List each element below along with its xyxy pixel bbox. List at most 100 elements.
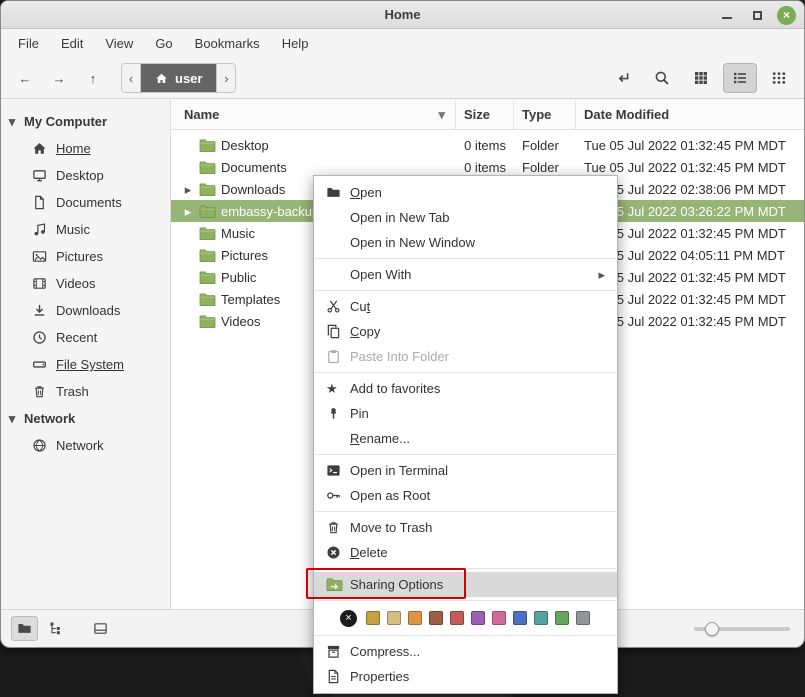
- sidebar-item-downloads[interactable]: Downloads: [1, 297, 170, 324]
- file-name: Pictures: [221, 248, 268, 263]
- column-header-type[interactable]: Type: [514, 100, 576, 129]
- menu-icon-placeholder: [326, 267, 350, 283]
- breadcrumb-current-folder[interactable]: user: [141, 64, 216, 92]
- show-places-toggle[interactable]: [11, 616, 38, 641]
- menubar-item-edit[interactable]: Edit: [50, 32, 94, 55]
- breadcrumb-label: user: [175, 71, 202, 86]
- pictures-icon: [31, 249, 47, 265]
- up-button[interactable]: ↑: [77, 63, 109, 93]
- menu-icon-placeholder: [326, 235, 350, 251]
- folder-color-gold[interactable]: [366, 611, 380, 625]
- toolbar: ←→ ↑ ‹ user ›: [1, 58, 804, 99]
- sidebar-item-trash[interactable]: Trash: [1, 378, 170, 405]
- expander-icon[interactable]: ▸: [181, 183, 195, 196]
- column-header-name[interactable]: Name▾: [171, 100, 456, 129]
- column-header-date-modified[interactable]: Date Modified: [576, 100, 804, 129]
- show-treeview-toggle[interactable]: [42, 616, 69, 641]
- menu-item-pin[interactable]: Pin: [314, 401, 617, 426]
- zoom-slider[interactable]: [694, 619, 790, 639]
- sidebar-item-recent[interactable]: Recent: [1, 324, 170, 351]
- menu-item-open-with[interactable]: Open With▸: [314, 262, 617, 287]
- list-view-button[interactable]: [723, 63, 757, 93]
- folder-color-pink[interactable]: [492, 611, 506, 625]
- sidebar-item-pictures[interactable]: Pictures: [1, 243, 170, 270]
- menu-item-compress[interactable]: Compress...: [314, 639, 617, 664]
- menu-item-label: Copy: [350, 324, 607, 339]
- menubar-item-bookmarks[interactable]: Bookmarks: [184, 32, 271, 55]
- music-icon: [31, 222, 47, 238]
- icon-view-icon: [693, 70, 709, 86]
- desktop-background: Home × FileEditViewGoBookmarksHelp ←→ ↑ ‹…: [0, 0, 805, 697]
- sidebar-item-music[interactable]: Music: [1, 216, 170, 243]
- minimize-button[interactable]: [717, 5, 737, 25]
- menu-item-move-to-trash[interactable]: Move to Trash: [314, 515, 617, 540]
- maximize-button[interactable]: [747, 5, 767, 25]
- menubar-item-help[interactable]: Help: [271, 32, 320, 55]
- menubar-item-go[interactable]: Go: [144, 32, 183, 55]
- sidebar-item-videos[interactable]: Videos: [1, 270, 170, 297]
- menu-item-paste-into-folder[interactable]: Paste Into Folder: [314, 344, 617, 369]
- menu-item-open-as-root[interactable]: Open as Root: [314, 483, 617, 508]
- folder-color-orange[interactable]: [408, 611, 422, 625]
- icon-view-button[interactable]: [684, 63, 718, 93]
- column-label: Size: [464, 107, 490, 122]
- breadcrumb-next-button[interactable]: ›: [216, 64, 235, 92]
- recent-icon: [31, 330, 47, 346]
- clear-folder-color-button[interactable]: ×: [340, 610, 357, 627]
- menu-item-delete[interactable]: Delete: [314, 540, 617, 565]
- compact-view-button[interactable]: [762, 63, 796, 93]
- sidebar-item-file-system[interactable]: File System: [1, 351, 170, 378]
- sidebar-item-home[interactable]: Home: [1, 135, 170, 162]
- menu-item-properties[interactable]: Properties: [314, 664, 617, 689]
- menu-separator: [315, 258, 616, 259]
- expander-icon[interactable]: ▸: [181, 205, 195, 218]
- menubar-item-file[interactable]: File: [7, 32, 50, 55]
- menu-item-open-in-new-window[interactable]: Open in New Window: [314, 230, 617, 255]
- clipboard-icon: [326, 349, 350, 365]
- window-title: Home: [384, 7, 420, 22]
- zoom-slider-handle[interactable]: [705, 622, 719, 636]
- up-icon: ↑: [90, 68, 97, 88]
- folder-color-brown[interactable]: [429, 611, 443, 625]
- folder-color-teal[interactable]: [534, 611, 548, 625]
- sidebar-item-documents[interactable]: Documents: [1, 189, 170, 216]
- menu-item-cut[interactable]: Cut: [314, 294, 617, 319]
- sidebar-item-label: File System: [56, 357, 124, 372]
- folder-color-purple[interactable]: [471, 611, 485, 625]
- column-header-size[interactable]: Size: [456, 100, 514, 129]
- folder-color-beige[interactable]: [387, 611, 401, 625]
- sort-descending-icon: ▾: [438, 108, 445, 121]
- titlebar[interactable]: Home ×: [1, 1, 804, 29]
- folder-color-green[interactable]: [555, 611, 569, 625]
- menu-item-open-in-terminal[interactable]: Open in Terminal: [314, 458, 617, 483]
- menu-item-rename[interactable]: Rename...: [314, 426, 617, 451]
- menu-item-sharing-options[interactable]: Sharing Options: [314, 572, 617, 597]
- forward-button[interactable]: →: [43, 63, 75, 93]
- close-button[interactable]: ×: [777, 6, 796, 25]
- menu-item-add-to-favorites[interactable]: ★Add to favorites: [314, 376, 617, 401]
- back-button[interactable]: ←: [9, 63, 41, 93]
- toggle-location-entry-button[interactable]: [606, 63, 640, 93]
- file-row-desktop[interactable]: Desktop0 itemsFolderTue 05 Jul 2022 01:3…: [171, 134, 804, 156]
- menu-item-open[interactable]: Open: [314, 180, 617, 205]
- sidebar-item-desktop[interactable]: Desktop: [1, 162, 170, 189]
- menu-item-open-in-new-tab[interactable]: Open in New Tab: [314, 205, 617, 230]
- show-terminal-toggle[interactable]: [87, 616, 114, 641]
- sidebar-item-network[interactable]: Network: [1, 432, 170, 459]
- search-button[interactable]: [645, 63, 679, 93]
- folder-color-red[interactable]: [450, 611, 464, 625]
- menu-item-label: Delete: [350, 545, 607, 560]
- sidebar-toggle-buttons: [11, 616, 114, 641]
- menu-item-copy[interactable]: Copy: [314, 319, 617, 344]
- folder-color-blue[interactable]: [513, 611, 527, 625]
- menubar-item-view[interactable]: View: [94, 32, 144, 55]
- folder-color-gray[interactable]: [576, 611, 590, 625]
- caret-down-icon: ▾: [7, 412, 17, 426]
- menu-icon-placeholder: [326, 210, 350, 226]
- breadcrumb-prev-button[interactable]: ‹: [122, 64, 141, 92]
- caret-down-icon: ▾: [7, 115, 17, 129]
- sidebar-section-my-computer[interactable]: ▾My Computer: [1, 108, 170, 135]
- folder-icon: [199, 138, 217, 153]
- sidebar-section-network[interactable]: ▾Network: [1, 405, 170, 432]
- toolbar-view-buttons: [606, 63, 796, 93]
